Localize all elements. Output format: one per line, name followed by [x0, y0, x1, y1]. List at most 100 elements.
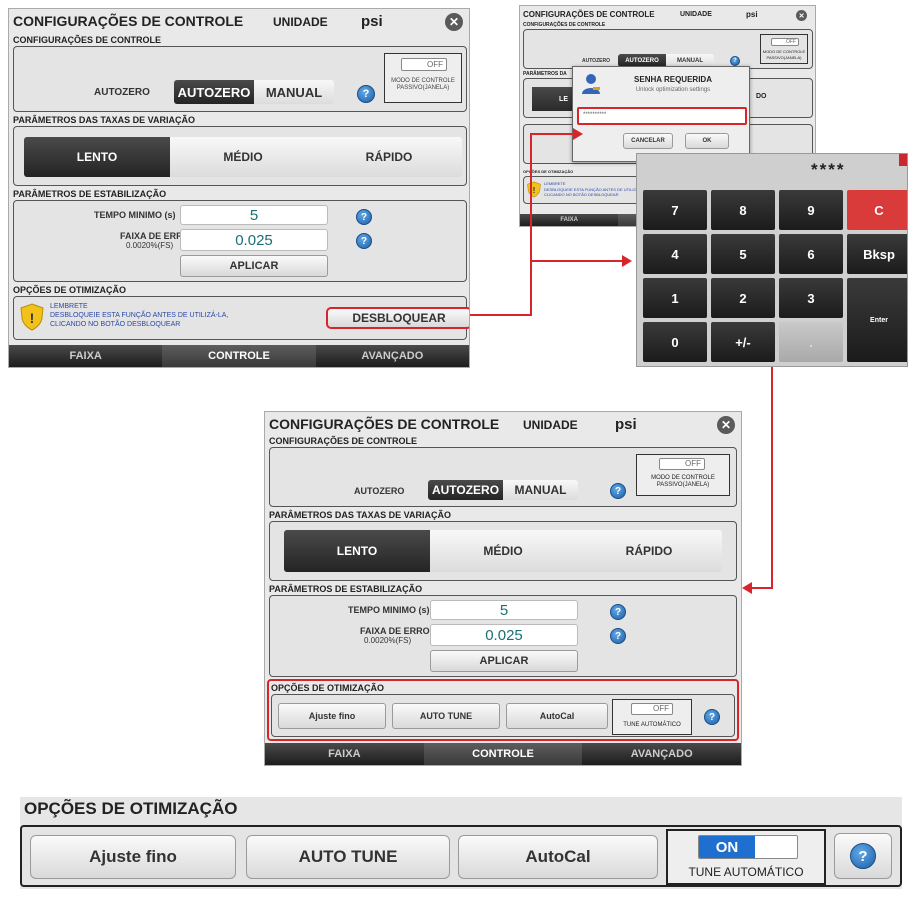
apply-button[interactable]: APLICAR — [180, 255, 328, 277]
keypad-key[interactable]: 6 — [779, 234, 843, 274]
keypad-key[interactable]: 8 — [711, 190, 775, 230]
keypad-key[interactable]: Bksp — [847, 234, 907, 274]
manual-option[interactable]: MANUAL — [503, 480, 578, 500]
numeric-keypad: **** 7 8 9 C 4 5 6 Bksp 1 2 3 Enter 0 +/-. — [636, 153, 908, 367]
rate-medium[interactable]: MÉDIO — [430, 530, 576, 572]
passive-mode-label-2: PASSIVO(JANELA) — [656, 482, 710, 488]
keypad-key[interactable]: 3 — [779, 278, 843, 318]
optimization-zoom: OPÇÕES DE OTIMIZAÇÃO Ajuste fino AUTO TU… — [20, 797, 902, 889]
keypad-key[interactable]: 1 — [643, 278, 707, 318]
toggle-off-label: OFF — [427, 60, 443, 69]
help-icon[interactable]: ? — [357, 85, 375, 103]
autozero-option[interactable]: AUTOZERO — [174, 80, 254, 104]
autozero-option[interactable]: AUTOZERO — [428, 480, 503, 500]
auto-tune-toggle-on[interactable]: ON — [698, 835, 798, 859]
rate-slow[interactable]: LENTO — [284, 530, 430, 572]
keypad-key[interactable]: 0 — [643, 322, 707, 362]
unlock-button[interactable]: DESBLOQUEAR — [326, 307, 469, 329]
help-icon[interactable]: ? — [610, 483, 626, 499]
tab-range[interactable]: FAIXA — [265, 743, 424, 765]
page-title: CONFIGURAÇÕES DE CONTROLE — [269, 416, 500, 432]
help-icon[interactable]: ? — [704, 709, 720, 725]
connector-line — [530, 133, 532, 316]
cancel-button[interactable]: CANCELAR — [623, 133, 673, 149]
close-icon[interactable]: ✕ — [796, 10, 807, 21]
error-band-sub: 0.0020%(FS) — [126, 241, 174, 250]
min-time-field[interactable]: 5 — [430, 600, 578, 620]
error-band-sub: 0.0020%(FS) — [364, 636, 412, 645]
keypad-key[interactable]: 5 — [711, 234, 775, 274]
error-band-field[interactable]: 0.025 — [180, 229, 328, 251]
keypad-key[interactable]: C — [847, 190, 907, 230]
passive-mode-label-1: MODO DE CONTROLE — [762, 49, 806, 54]
screen-locked: CONFIGURAÇÕES DE CONTROLE UNIDADE psi ✕ … — [8, 8, 470, 368]
close-icon[interactable]: ✕ — [717, 416, 735, 434]
auto-tune-button[interactable]: AUTO TUNE — [392, 703, 500, 729]
tab-control[interactable]: CONTROLE — [162, 345, 316, 367]
connector-line — [470, 314, 530, 316]
error-band-field[interactable]: 0.025 — [430, 624, 578, 646]
unit-label: UNIDADE — [680, 11, 712, 18]
keypad-key[interactable]: . — [779, 322, 843, 362]
toggle-on-label: ON — [699, 836, 755, 858]
help-icon[interactable]: ? — [356, 209, 372, 225]
passive-mode-label-1: MODO DE CONTROLE — [391, 78, 455, 84]
close-icon[interactable]: ✕ — [445, 13, 463, 31]
tab-advanced[interactable]: AVANÇADO — [582, 743, 741, 765]
autocal-button[interactable]: AutoCal — [506, 703, 608, 729]
keypad-key[interactable]: Enter — [847, 278, 907, 362]
help-icon[interactable]: ? — [730, 56, 740, 66]
passive-mode-box: OFF MODO DE CONTROLE PASSIVO(JANELA) — [384, 53, 462, 103]
connector-line — [530, 260, 622, 262]
auto-tune-toggle-box: OFF TUNE AUTOMÁTICO — [612, 699, 692, 735]
autocal-button[interactable]: AutoCal — [458, 835, 658, 879]
svg-text:!: ! — [30, 310, 35, 326]
password-field[interactable]: ********** — [577, 107, 747, 125]
unit-label: UNIDADE — [273, 15, 328, 29]
rate-fast[interactable]: RÁPIDO — [316, 137, 462, 177]
autozero-label: AUTOZERO — [354, 486, 405, 496]
auto-tune-toggle-label: TUNE AUTOMÁTICO — [688, 865, 804, 879]
arrow-head-icon — [573, 128, 583, 140]
page-title: CONFIGURAÇÕES DE CONTROLE — [523, 10, 655, 19]
ok-button[interactable]: OK — [685, 133, 729, 149]
help-icon[interactable]: ? — [356, 233, 372, 249]
help-button[interactable]: ? — [834, 833, 892, 879]
keypad-key[interactable]: +/- — [711, 322, 775, 362]
rate-fast[interactable]: RÁPIDO — [576, 530, 722, 572]
rate-slow[interactable]: LENTO — [24, 137, 170, 177]
keypad-key[interactable]: 9 — [779, 190, 843, 230]
help-icon[interactable]: ? — [610, 628, 626, 644]
group-control-settings: AUTOZERO AUTOZERO MANUAL ? OFF MODO DE C… — [523, 29, 813, 69]
keypad-key[interactable]: 2 — [711, 278, 775, 318]
keypad-corner-close[interactable] — [899, 154, 907, 166]
min-time-field[interactable]: 5 — [180, 205, 328, 225]
passive-mode-label-1: MODO DE CONTROLE — [651, 475, 715, 481]
unit-value[interactable]: psi — [361, 13, 383, 30]
fine-adjust-button[interactable]: Ajuste fino — [278, 703, 386, 729]
tab-range[interactable]: FAIXA — [520, 214, 618, 226]
rate-slow-partial[interactable]: LE — [532, 87, 572, 111]
unit-label: UNIDADE — [523, 418, 578, 432]
unit-value[interactable]: psi — [615, 416, 637, 433]
rate-selector: LENTO MÉDIO RÁPIDO — [284, 530, 722, 572]
passive-mode-toggle[interactable]: OFF — [771, 38, 799, 46]
keypad-key[interactable]: 7 — [643, 190, 707, 230]
auto-tune-toggle[interactable]: OFF — [631, 703, 673, 715]
auto-tune-toggle-box: ON TUNE AUTOMÁTICO — [666, 829, 826, 885]
tab-advanced[interactable]: AVANÇADO — [316, 345, 469, 367]
rate-medium[interactable]: MÉDIO — [170, 137, 316, 177]
manual-option[interactable]: MANUAL — [254, 80, 334, 104]
help-icon[interactable]: ? — [610, 604, 626, 620]
group-rates: LENTO MÉDIO RÁPIDO — [269, 521, 737, 581]
tab-control[interactable]: CONTROLE — [423, 743, 583, 765]
passive-mode-toggle[interactable]: OFF — [401, 58, 447, 71]
keypad-key[interactable]: 4 — [643, 234, 707, 274]
connector-line — [771, 367, 773, 589]
passive-mode-toggle[interactable]: OFF — [659, 458, 705, 470]
fine-adjust-button[interactable]: Ajuste fino — [30, 835, 236, 879]
tab-range[interactable]: FAIXA — [9, 345, 162, 367]
group-stabilization: TEMPO MINIMO (s) 5 ? FAIXA DE ERRO 0.002… — [269, 595, 737, 677]
apply-button[interactable]: APLICAR — [430, 650, 578, 672]
auto-tune-button[interactable]: AUTO TUNE — [246, 835, 450, 879]
